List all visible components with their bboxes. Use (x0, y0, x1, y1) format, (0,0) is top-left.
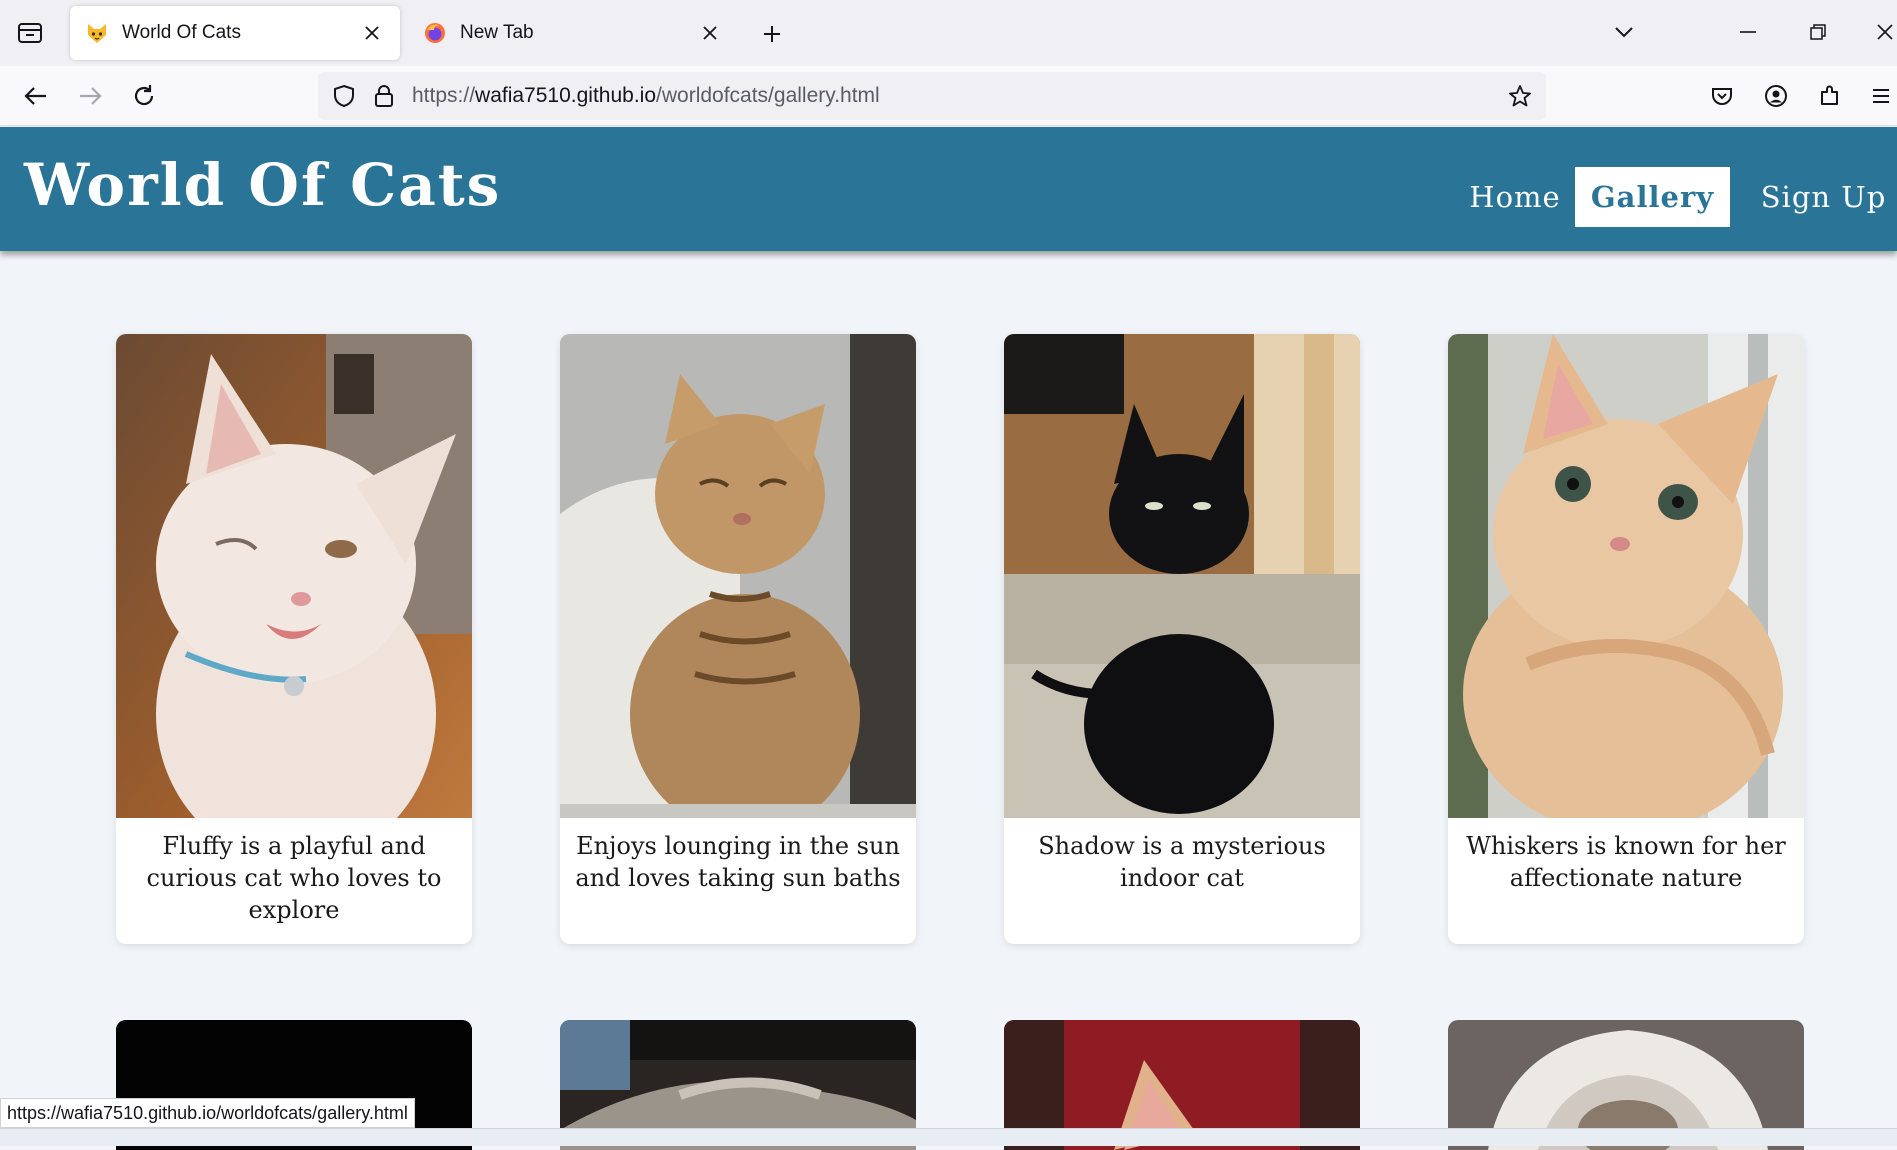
pocket-icon[interactable] (1702, 76, 1742, 116)
gallery-card-whiskers: Whiskers is known for her affectionate n… (1448, 334, 1804, 944)
nav-link-home[interactable]: Home (1450, 167, 1580, 227)
card-caption: Whiskers is known for her affectionate n… (1466, 832, 1786, 892)
card-caption: Enjoys lounging in the sun and loves tak… (575, 832, 901, 892)
list-all-tabs-chevron-icon[interactable] (1604, 14, 1644, 50)
close-tab-icon[interactable] (358, 19, 386, 47)
padlock-icon[interactable] (370, 82, 398, 110)
tab-title: World Of Cats (122, 22, 241, 43)
extensions-puzzle-icon[interactable] (1810, 76, 1850, 116)
tab-overview-icon[interactable] (12, 18, 48, 48)
gallery-card-shadow: Shadow is a mysterious indoor cat (1004, 334, 1360, 944)
url-path: /worldofcats/gallery.html (656, 84, 880, 107)
tab-new-tab[interactable]: New Tab (408, 6, 738, 60)
link-status-bar: https://wafia7510.github.io/worldofcats/… (0, 1098, 415, 1128)
cat-photo-whiskers (1448, 334, 1804, 818)
url-scheme: https:// (412, 84, 476, 107)
cat-photo-shadow (1004, 334, 1360, 818)
taskbar-edge (0, 1128, 1897, 1146)
cat-photo-sunny (560, 334, 916, 818)
back-arrow-icon[interactable] (16, 76, 56, 116)
address-bar[interactable]: https://wafia7510.github.io/worldofcats/… (318, 72, 1546, 120)
reload-icon[interactable] (124, 76, 164, 116)
browser-nav-toolbar: https://wafia7510.github.io/worldofcats/… (0, 66, 1897, 126)
app-menu-hamburger-icon[interactable] (1864, 76, 1897, 116)
cat-photo-fluffy (116, 334, 472, 818)
site-header: World Of Cats Home Gallery Sign Up (0, 127, 1897, 251)
tab-world-of-cats[interactable]: World Of Cats (70, 6, 400, 60)
card-caption: Shadow is a mysterious indoor cat (1038, 832, 1326, 892)
url-text[interactable]: https://wafia7510.github.io/worldofcats/… (412, 72, 880, 120)
firefox-icon (422, 20, 448, 46)
close-window-icon[interactable] (1865, 14, 1897, 50)
bookmark-star-icon[interactable] (1506, 82, 1534, 110)
nav-link-gallery[interactable]: Gallery (1575, 167, 1730, 227)
tab-title: New Tab (460, 22, 534, 43)
browser-tab-bar: World Of Cats New Tab (0, 0, 1897, 66)
tracking-protection-shield-icon[interactable] (330, 82, 358, 110)
card-caption: Fluffy is a playful and curious cat who … (146, 832, 442, 924)
gallery-card-fluffy: Fluffy is a playful and curious cat who … (116, 334, 472, 944)
gallery-card-sunny: Enjoys lounging in the sun and loves tak… (560, 334, 916, 944)
minimize-icon[interactable] (1728, 14, 1768, 50)
restore-window-icon[interactable] (1798, 14, 1838, 50)
nav-link-sign-up[interactable]: Sign Up (1750, 167, 1897, 227)
site-title[interactable]: World Of Cats (24, 151, 501, 219)
new-tab-plus-icon[interactable] (752, 18, 792, 50)
forward-arrow-icon[interactable] (70, 76, 110, 116)
cat-emoji-icon (84, 20, 110, 46)
account-icon[interactable] (1756, 76, 1796, 116)
close-tab-icon[interactable] (696, 19, 724, 47)
url-host: wafia7510.github.io (475, 84, 657, 107)
